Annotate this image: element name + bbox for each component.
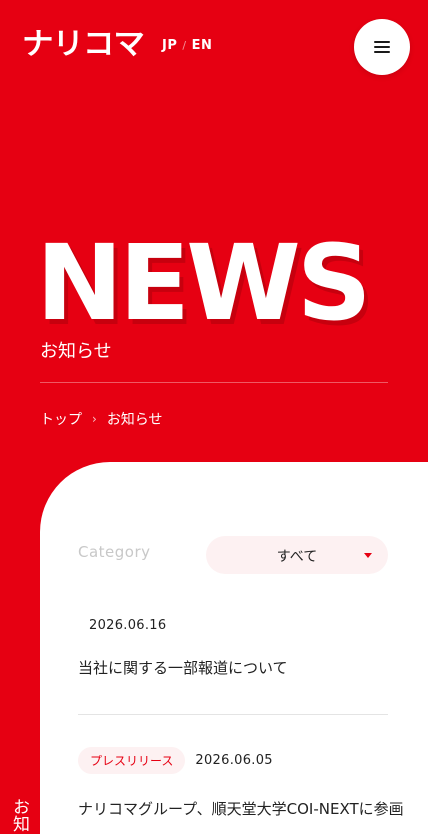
breadcrumb-home-link[interactable]: トップ <box>40 409 82 429</box>
news-panel: Category すべて 2026.06.16 当社に関する一部報道について プ… <box>40 462 428 834</box>
lang-separator: / <box>182 39 187 52</box>
hamburger-icon-line <box>374 46 390 48</box>
news-date: 2026.06.16 <box>89 618 167 633</box>
language-switcher: JP / EN <box>162 38 212 53</box>
page: ナリコマ JP / EN NEWS お知らせ トップ › お知らせ Category… <box>0 0 428 834</box>
lang-jp-link[interactable]: JP <box>162 38 177 53</box>
menu-button[interactable] <box>354 19 410 75</box>
divider <box>40 382 388 383</box>
logo[interactable]: ナリコマ <box>22 28 145 62</box>
category-select[interactable]: すべて <box>206 536 388 574</box>
page-subtitle: お知らせ <box>40 341 112 362</box>
divider <box>78 714 388 715</box>
breadcrumb: トップ › お知らせ <box>40 409 163 429</box>
chevron-right-icon: › <box>92 412 97 426</box>
news-item[interactable]: プレスリリース 2026.06.05 ナリコマグループ、順天堂大学COI-NEX… <box>78 747 404 820</box>
news-meta: プレスリリース 2026.06.05 <box>78 747 388 774</box>
caret-down-icon <box>364 553 372 558</box>
news-title[interactable]: 当社に関する一部報道について <box>78 657 388 679</box>
page-title: NEWS <box>36 222 372 344</box>
hamburger-icon-line <box>374 51 390 53</box>
breadcrumb-current: お知らせ <box>106 412 163 428</box>
news-date: 2026.06.05 <box>195 753 273 768</box>
hamburger-icon <box>374 41 390 43</box>
side-label: お知 <box>9 798 29 832</box>
news-title[interactable]: ナリコマグループ、順天堂大学COI-NEXTに参画 <box>78 798 404 820</box>
category-label: Category <box>78 543 151 561</box>
category-select-value: すべて <box>276 549 318 565</box>
category-badge[interactable]: プレスリリース <box>78 747 186 774</box>
news-item[interactable]: 2026.06.16 当社に関する一部報道について <box>78 618 388 679</box>
news-meta: 2026.06.16 <box>78 618 388 633</box>
lang-en-link[interactable]: EN <box>192 38 213 53</box>
